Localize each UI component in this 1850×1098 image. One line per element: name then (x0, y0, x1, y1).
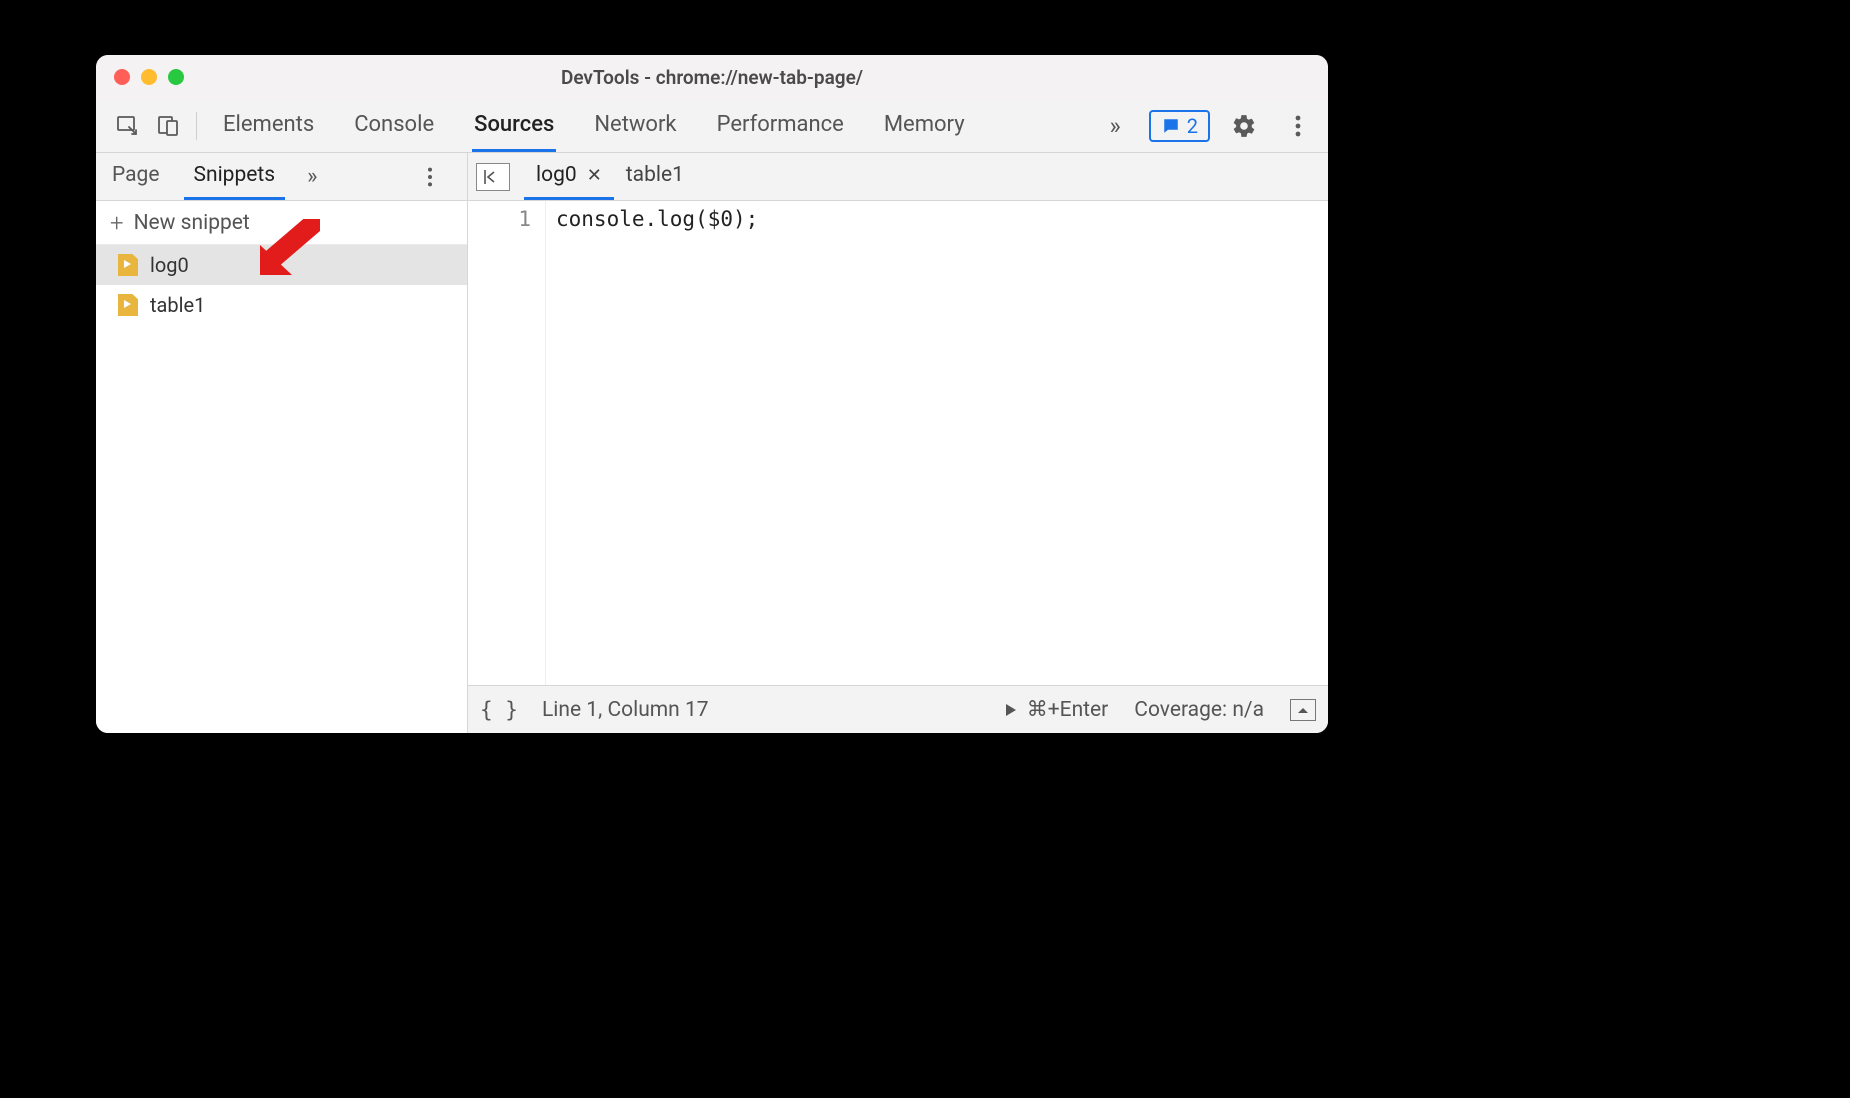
tab-label: Elements (223, 112, 314, 137)
navigator-tab-page[interactable]: Page (102, 153, 170, 200)
window-controls (96, 69, 184, 85)
inspect-element-icon[interactable] (110, 108, 146, 144)
minimize-window-button[interactable] (141, 69, 157, 85)
close-window-button[interactable] (114, 69, 130, 85)
code-content[interactable]: console.log($0); (546, 201, 1328, 685)
tab-performance[interactable]: Performance (715, 99, 846, 152)
messages-badge[interactable]: 2 (1149, 110, 1210, 142)
tab-label: Memory (884, 112, 965, 137)
toolbar-divider (196, 112, 197, 140)
line-number: 1 (468, 207, 531, 231)
navigator-more-icon[interactable]: » (299, 164, 325, 189)
tab-network[interactable]: Network (592, 99, 678, 152)
snippet-name: table1 (150, 293, 205, 317)
cursor-position: Line 1, Column 17 (542, 698, 709, 722)
code-editor[interactable]: 1 console.log($0); (468, 201, 1328, 685)
more-tabs-icon[interactable]: » (1100, 112, 1131, 140)
settings-icon[interactable] (1224, 106, 1264, 146)
pretty-print-icon[interactable]: { } (480, 698, 518, 722)
more-options-icon[interactable] (1278, 106, 1318, 146)
tab-label: Snippets (194, 163, 276, 187)
open-file-tabs: log0 ✕ table1 (468, 153, 1328, 201)
run-shortcut-label: ⌘+Enter (1027, 697, 1109, 722)
file-tab-log0[interactable]: log0 ✕ (524, 153, 614, 200)
devtools-window: DevTools - chrome://new-tab-page/ Elemen… (96, 55, 1328, 733)
main-toolbar: Elements Console Sources Network Perform… (96, 99, 1328, 153)
tab-memory[interactable]: Memory (882, 99, 967, 152)
navigator-options-icon[interactable] (427, 166, 457, 188)
editor-statusbar: { } Line 1, Column 17 ⌘+Enter Coverage: … (468, 685, 1328, 733)
tab-label: Console (354, 112, 434, 137)
titlebar: DevTools - chrome://new-tab-page/ (96, 55, 1328, 99)
file-tab-label: table1 (626, 163, 684, 187)
editor-column: log0 ✕ table1 1 console.log($0); { } Lin… (468, 153, 1328, 733)
close-tab-icon[interactable]: ✕ (587, 165, 602, 186)
snippet-file-icon (118, 294, 138, 316)
maximize-window-button[interactable] (168, 69, 184, 85)
show-drawer-icon[interactable] (1290, 699, 1316, 721)
coverage-label: Coverage: n/a (1134, 698, 1264, 722)
tab-label: Performance (717, 112, 844, 137)
navigator-tabs: Page Snippets » (96, 153, 467, 201)
tab-label: Page (112, 163, 160, 187)
snippet-item-table1[interactable]: table1 (96, 285, 467, 325)
run-snippet-button[interactable]: ⌘+Enter (1003, 697, 1109, 722)
panel-tabs: Elements Console Sources Network Perform… (221, 99, 967, 152)
code-line: console.log($0); (556, 207, 758, 231)
snippet-list: log0 table1 (96, 245, 467, 733)
line-gutter: 1 (468, 201, 546, 685)
snippet-name: log0 (150, 253, 189, 277)
navigator-sidebar: Page Snippets » + New snippet log0 table (96, 153, 468, 733)
tab-console[interactable]: Console (352, 99, 436, 152)
toggle-navigator-icon[interactable] (476, 163, 510, 191)
file-tab-label: log0 (536, 163, 577, 187)
tab-label: Sources (474, 112, 554, 137)
file-tab-table1[interactable]: table1 (614, 153, 696, 200)
device-toolbar-icon[interactable] (150, 108, 186, 144)
plus-icon: + (110, 209, 124, 237)
tab-elements[interactable]: Elements (221, 99, 316, 152)
snippet-item-log0[interactable]: log0 (96, 245, 467, 285)
snippet-file-icon (118, 254, 138, 276)
workspace: Page Snippets » + New snippet log0 table (96, 153, 1328, 733)
new-snippet-button[interactable]: + New snippet (96, 201, 467, 245)
window-title: DevTools - chrome://new-tab-page/ (96, 66, 1328, 89)
tab-label: Network (594, 112, 676, 137)
new-snippet-label: New snippet (134, 211, 250, 235)
navigator-tab-snippets[interactable]: Snippets (184, 153, 286, 200)
messages-count: 2 (1187, 114, 1198, 138)
tab-sources[interactable]: Sources (472, 99, 556, 152)
